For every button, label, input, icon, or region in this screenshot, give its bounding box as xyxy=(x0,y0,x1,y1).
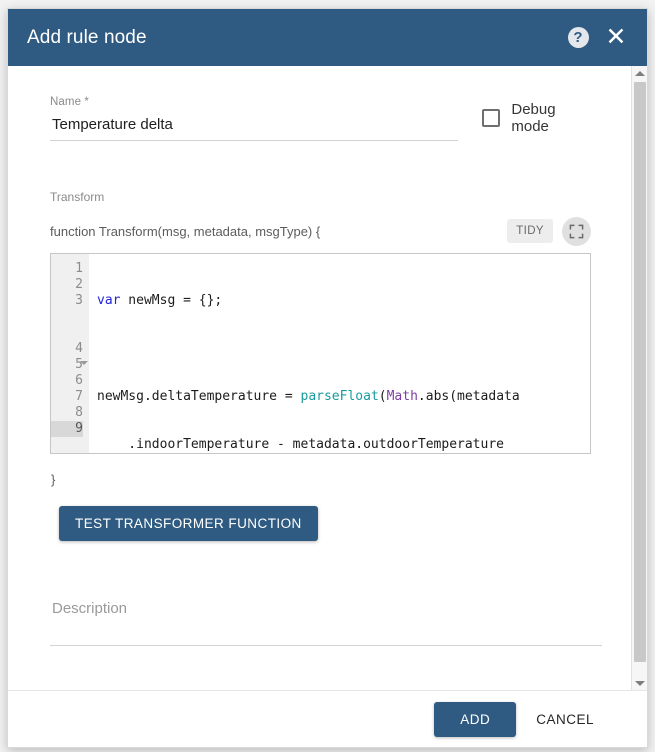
description-input[interactable] xyxy=(50,599,602,645)
line-number-active: 9 xyxy=(51,421,83,437)
close-icon: ✕ xyxy=(605,23,627,51)
debug-mode-checkbox[interactable] xyxy=(482,109,501,127)
line-number: 1 xyxy=(75,261,83,276)
name-field-group: Name * xyxy=(50,96,459,141)
code-token-function: parseFloat xyxy=(300,389,379,404)
name-input[interactable] xyxy=(50,115,459,140)
code-fold-toggle-icon[interactable] xyxy=(80,361,88,365)
line-number: 8 xyxy=(75,405,83,420)
fullscreen-button[interactable] xyxy=(562,216,591,246)
scroll-up-arrow-icon[interactable] xyxy=(632,66,647,80)
function-closing-brace: } xyxy=(51,472,56,487)
close-button[interactable]: ✕ xyxy=(595,21,629,55)
debug-mode-group[interactable]: Debug mode xyxy=(482,101,591,141)
line-number: 2 xyxy=(75,277,83,292)
function-signature: function Transform(msg, metadata, msgTyp… xyxy=(50,223,321,239)
line-number: 7 xyxy=(75,389,83,404)
dialog-header: Add rule node ? ✕ xyxy=(8,9,647,66)
line-number: 4 xyxy=(75,341,83,356)
code-token-text: .abs(metadata xyxy=(417,389,520,404)
code-token-text: newMsg.deltaTemperature = xyxy=(97,389,301,404)
name-row: Name * Debug mode xyxy=(50,96,591,141)
scrollbar-thumb[interactable] xyxy=(634,82,646,662)
description-underline xyxy=(50,645,602,646)
code-token-text: newMsg = {}; xyxy=(120,293,223,308)
name-underline xyxy=(50,140,459,141)
code-token-text: .indoorTemperature - metadata.outdoorTem… xyxy=(97,437,504,452)
name-label: Name * xyxy=(50,96,89,108)
description-field-group xyxy=(50,599,602,646)
dialog-body: Name * Debug mode Transform function Tra… xyxy=(8,66,631,690)
add-button[interactable]: ADD xyxy=(434,701,517,737)
debug-mode-label: Debug mode xyxy=(511,101,556,135)
function-signature-row: function Transform(msg, metadata, msgTyp… xyxy=(50,216,591,246)
line-number-foldable[interactable]: 5 xyxy=(51,357,88,373)
dialog-body-wrapper: Name * Debug mode Transform function Tra… xyxy=(8,66,647,690)
code-token-class: Math xyxy=(386,389,418,404)
help-circle-icon: ? xyxy=(567,27,589,48)
code-line: var newMsg = {}; xyxy=(97,293,590,309)
cancel-button[interactable]: CANCEL xyxy=(522,702,608,737)
line-number: 3 xyxy=(75,293,83,308)
dialog-title: Add rule node xyxy=(27,26,147,48)
dialog-footer: ADD CANCEL xyxy=(8,690,647,747)
line-spacer xyxy=(51,325,83,341)
code-editor-content[interactable]: var newMsg = {}; newMsg.deltaTemperature… xyxy=(89,254,590,453)
fullscreen-icon xyxy=(569,224,584,238)
code-token-keyword: var xyxy=(97,293,121,308)
line-spacer xyxy=(51,309,83,325)
add-rule-node-dialog: Add rule node ? ✕ Name * Temperature del… xyxy=(7,8,648,748)
code-editor[interactable]: 1 2 3 4 5 6 7 8 9 var newMsg = {}; newMs… xyxy=(50,253,591,454)
code-editor-gutter: 1 2 3 4 5 6 7 8 9 xyxy=(51,254,89,453)
test-transformer-function-button[interactable]: TEST TRANSFORMER FUNCTION xyxy=(59,506,318,541)
code-token-text: ( xyxy=(378,389,387,404)
transform-label: Transform xyxy=(50,190,105,204)
line-number: 6 xyxy=(75,373,83,388)
scroll-down-arrow-icon[interactable] xyxy=(632,676,647,690)
help-button[interactable]: ? xyxy=(561,21,595,55)
screen-root: Add rule node ? ✕ Name * Temperature del… xyxy=(0,0,655,752)
dialog-scrollbar[interactable] xyxy=(631,66,647,690)
code-line: newMsg.deltaTemperature = parseFloat(Mat… xyxy=(97,389,590,405)
code-line-wrapped: .indoorTemperature - metadata.outdoorTem… xyxy=(97,437,590,453)
tidy-button[interactable]: TIDY xyxy=(507,219,553,243)
